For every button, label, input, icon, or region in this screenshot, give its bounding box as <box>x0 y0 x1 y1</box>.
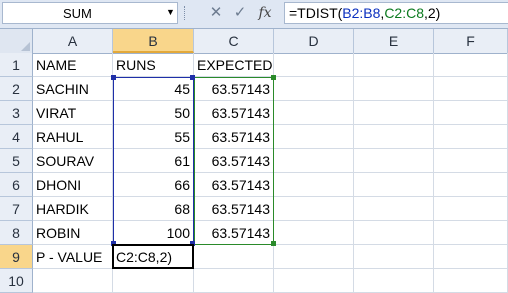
cell-e7[interactable] <box>354 197 434 221</box>
formula-input[interactable]: =TDIST(B2:B8,C2:C8,2) <box>284 2 508 24</box>
formula-fn: =TDIST( <box>289 5 343 21</box>
row-header-7[interactable]: 7 <box>0 197 33 221</box>
cell-e1[interactable] <box>354 53 434 77</box>
row-header-8[interactable]: 8 <box>0 221 33 245</box>
cell-c3[interactable]: 63.57143 <box>194 101 274 125</box>
chevron-down-icon[interactable]: ▼ <box>166 7 175 17</box>
column-header-e[interactable]: E <box>354 29 434 53</box>
cell-f1[interactable] <box>434 53 508 77</box>
cell-b4[interactable]: 55 <box>113 125 194 149</box>
cell-e3[interactable] <box>354 101 434 125</box>
cell-e5[interactable] <box>354 149 434 173</box>
cell-d7[interactable] <box>274 197 354 221</box>
cell-b7[interactable]: 68 <box>113 197 194 221</box>
cell-a2[interactable]: SACHIN <box>33 77 113 101</box>
row-header-4[interactable]: 4 <box>0 125 33 149</box>
row-header-1[interactable]: 1 <box>0 53 33 77</box>
cell-a7[interactable]: HARDIK <box>33 197 113 221</box>
cell-c8[interactable]: 63.57143 <box>194 221 274 245</box>
column-header-c[interactable]: C <box>194 29 274 53</box>
formula-bar: SUM ▼ ✕ ✓ fx =TDIST(B2:B8,C2:C8,2) <box>0 0 508 29</box>
cell-a5[interactable]: SOURAV <box>33 149 113 173</box>
cell-a6[interactable]: DHONI <box>33 173 113 197</box>
cell-e10[interactable] <box>354 269 434 293</box>
formula-tail: ,2) <box>424 5 441 21</box>
cell-e9[interactable] <box>354 245 434 269</box>
cell-f5[interactable] <box>434 149 508 173</box>
name-box[interactable]: SUM ▼ <box>2 2 178 24</box>
column-header-row: A B C D E F <box>0 29 508 54</box>
cell-d1[interactable] <box>274 53 354 77</box>
cell-d4[interactable] <box>274 125 354 149</box>
range-handle[interactable] <box>271 241 276 246</box>
column-header-f[interactable]: F <box>434 29 508 53</box>
cell-a9[interactable]: P - VALUE <box>33 245 113 269</box>
column-header-b[interactable]: B <box>113 29 194 53</box>
row-header-5[interactable]: 5 <box>0 149 33 173</box>
cell-d9[interactable] <box>274 245 354 269</box>
cell-d10[interactable] <box>274 269 354 293</box>
cancel-icon[interactable]: ✕ <box>205 3 227 23</box>
cell-f10[interactable] <box>434 269 508 293</box>
cell-c2[interactable]: 63.57143 <box>194 77 274 101</box>
cell-c5[interactable]: 63.57143 <box>194 149 274 173</box>
cell-a3[interactable]: VIRAT <box>33 101 113 125</box>
cell-d2[interactable] <box>274 77 354 101</box>
row-header-9[interactable]: 9 <box>0 245 33 269</box>
range-handle[interactable] <box>271 75 276 80</box>
cell-c6[interactable]: 63.57143 <box>194 173 274 197</box>
cell-d3[interactable] <box>274 101 354 125</box>
cell-f3[interactable] <box>434 101 508 125</box>
column-header-d[interactable]: D <box>274 29 354 53</box>
insert-function-button[interactable]: fx <box>254 3 276 23</box>
row-header-2[interactable]: 2 <box>0 77 33 101</box>
name-box-value: SUM <box>63 6 92 21</box>
formula-range-b: B2:B8 <box>342 5 381 21</box>
cell-b6[interactable]: 66 <box>113 173 194 197</box>
cell-f7[interactable] <box>434 197 508 221</box>
formula-range-c: C2:C8 <box>384 5 424 21</box>
cell-b10[interactable] <box>113 269 194 293</box>
cell-f2[interactable] <box>434 77 508 101</box>
cell-f4[interactable] <box>434 125 508 149</box>
cell-a1[interactable]: NAME <box>33 53 113 77</box>
corner-triangle-icon <box>21 42 30 51</box>
cell-d5[interactable] <box>274 149 354 173</box>
cell-c4[interactable]: 63.57143 <box>194 125 274 149</box>
row-header-10[interactable]: 10 <box>0 269 33 293</box>
cell-e4[interactable] <box>354 125 434 149</box>
range-handle[interactable] <box>111 75 116 80</box>
cell-d6[interactable] <box>274 173 354 197</box>
cell-f9[interactable] <box>434 245 508 269</box>
cell-c1[interactable]: EXPECTED <box>194 53 274 77</box>
select-all-button[interactable] <box>0 29 33 53</box>
cell-f6[interactable] <box>434 173 508 197</box>
cell-b3[interactable]: 50 <box>113 101 194 125</box>
cell-b8[interactable]: 100 <box>113 221 194 245</box>
active-cell-b9[interactable]: C2:C8,2) <box>112 244 194 269</box>
range-handle[interactable] <box>190 75 195 80</box>
cell-c9[interactable] <box>194 245 274 269</box>
cell-a8[interactable]: ROBIN <box>33 221 113 245</box>
cell-c7[interactable]: 63.57143 <box>194 197 274 221</box>
cell-c10[interactable] <box>194 269 274 293</box>
cell-a4[interactable]: RAHUL <box>33 125 113 149</box>
cell-d8[interactable] <box>274 221 354 245</box>
cell-b5[interactable]: 61 <box>113 149 194 173</box>
cell-b1[interactable]: RUNS <box>113 53 194 77</box>
cell-e2[interactable] <box>354 77 434 101</box>
enter-icon[interactable]: ✓ <box>229 3 251 23</box>
cell-e6[interactable] <box>354 173 434 197</box>
cell-e8[interactable] <box>354 221 434 245</box>
column-header-a[interactable]: A <box>33 29 113 53</box>
active-cell-text: C2:C8,2) <box>116 249 173 265</box>
cell-f8[interactable] <box>434 221 508 245</box>
row-header-6[interactable]: 6 <box>0 173 33 197</box>
cell-b2[interactable]: 45 <box>113 77 194 101</box>
cell-a10[interactable] <box>33 269 113 293</box>
grip-icon <box>184 6 187 20</box>
row-header-3[interactable]: 3 <box>0 101 33 125</box>
